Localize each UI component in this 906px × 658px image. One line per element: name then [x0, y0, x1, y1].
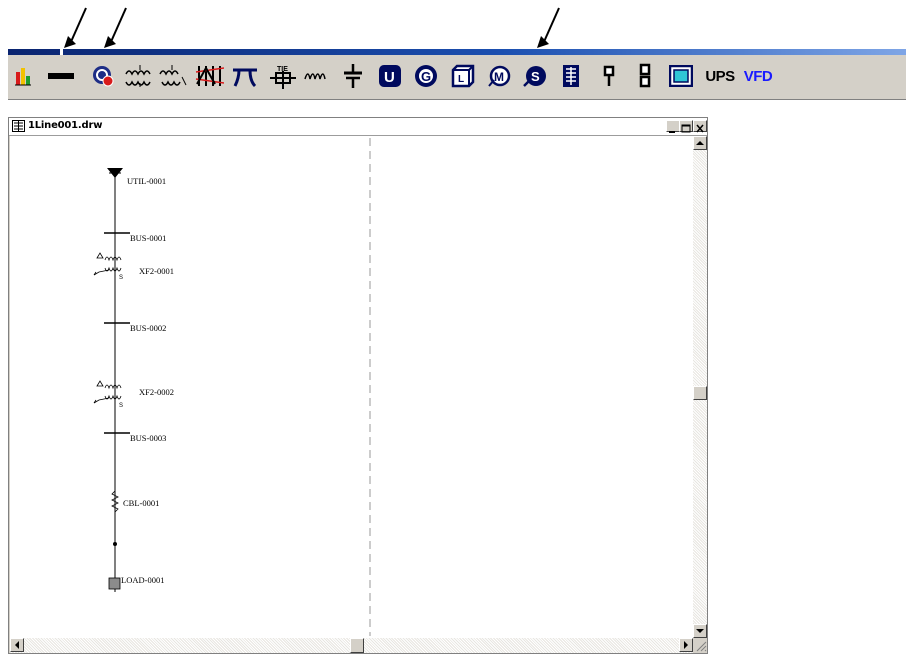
arrow-right-icon: [684, 641, 688, 649]
svg-text:M: M: [494, 70, 504, 84]
impedance-icon: [195, 65, 224, 86]
generator-icon: G: [415, 65, 437, 87]
synchronous-motor-icon: S: [523, 66, 546, 87]
load-0001-symbol: [108, 577, 121, 590]
cbl-0001-label: CBL-0001: [123, 498, 160, 508]
scroll-down-button[interactable]: [693, 624, 707, 638]
panel-button[interactable]: [556, 62, 586, 90]
pointer-arrow-icon: [104, 7, 127, 48]
svg-text:U: U: [384, 69, 395, 86]
resize-grip-icon: [696, 641, 707, 652]
one-line-diagram: S S: [93, 138, 371, 636]
transformer-3w-button[interactable]: [158, 62, 188, 90]
panel-icon: [563, 65, 579, 87]
xf2-0001-symbol: S: [93, 252, 123, 281]
transformer-3w-icon: [159, 65, 187, 86]
motor-button[interactable]: M: [484, 62, 514, 90]
bar-chart-button[interactable]: [8, 62, 38, 90]
bus-0003-label: BUS-0003: [130, 433, 167, 443]
xf2-0001-label: XF2-0001: [139, 266, 174, 276]
util-0001-label: UTIL-0001: [127, 176, 167, 186]
component-toolbar: TIE U G L M S UPS VFD: [8, 55, 906, 100]
switch-icon: [639, 63, 651, 88]
close-icon: [696, 124, 704, 133]
node-dot: [113, 542, 117, 546]
arrow-up-icon: [696, 141, 704, 145]
window-title: 1Line001.drw: [28, 120, 103, 131]
bus-0002-label: BUS-0002: [130, 323, 167, 333]
pi-line-icon: [233, 68, 257, 88]
drawing-window: 1Line001.drw S S UTIL-0001 BUS-0001 XF2-…: [8, 117, 708, 654]
svg-text:S: S: [531, 69, 540, 84]
scroll-up-button[interactable]: [693, 136, 707, 150]
vfd-label: VFD: [743, 67, 773, 85]
drawing-doc-icon: [12, 120, 25, 132]
capacitor-button[interactable]: [338, 62, 368, 90]
bus-0001-label: BUS-0001: [130, 233, 167, 243]
scroll-left-button[interactable]: [10, 638, 24, 652]
load-button[interactable]: L: [448, 62, 478, 90]
vfd-button[interactable]: VFD: [738, 62, 778, 90]
svg-text:S: S: [119, 275, 123, 281]
close-button[interactable]: [693, 120, 707, 133]
pointer-arrow-icon: [64, 7, 87, 48]
vertical-scrollbar[interactable]: [693, 136, 707, 638]
horizontal-scrollbar[interactable]: [10, 638, 693, 653]
maximize-icon: [681, 124, 691, 133]
impedance-button[interactable]: [194, 62, 224, 90]
minimize-button[interactable]: [666, 120, 680, 133]
transformer-2w-icon: [125, 65, 151, 87]
arrow-left-icon: [15, 641, 19, 649]
svg-text:S: S: [119, 403, 123, 409]
utility-button[interactable]: [88, 62, 118, 90]
ups-text-button[interactable]: UPS: [700, 62, 740, 90]
vertical-scroll-thumb[interactable]: [693, 386, 707, 400]
capacitor-icon: [344, 64, 362, 88]
transformer-2w-button[interactable]: [124, 62, 154, 90]
reactor-icon: [304, 73, 326, 80]
xf2-0002-label: XF2-0002: [139, 387, 174, 397]
motor-icon: M: [488, 65, 511, 87]
synchronous-motor-button[interactable]: S: [520, 62, 550, 90]
window-title-bar: 1Line001.drw: [9, 118, 707, 136]
scroll-right-button[interactable]: [679, 638, 693, 652]
size-grip[interactable]: [693, 638, 707, 653]
bus-button[interactable]: [46, 62, 76, 90]
bus-icon: [48, 73, 74, 79]
generator-button[interactable]: G: [411, 62, 441, 90]
fuse-icon: [603, 65, 615, 86]
minimize-icon: [669, 131, 675, 133]
pointer-arrow-icon: [537, 7, 560, 48]
utility-icon: [93, 66, 114, 87]
ups-label: UPS: [705, 67, 735, 85]
load-0001-label: LOAD-0001: [121, 575, 165, 585]
screen-icon: [669, 65, 693, 87]
screen-button[interactable]: [666, 62, 696, 90]
tie-breaker-button[interactable]: TIE: [268, 62, 298, 90]
ups-device-button[interactable]: U: [375, 62, 405, 90]
arrow-down-icon: [696, 629, 704, 633]
load-icon: L: [451, 64, 475, 88]
drawing-canvas[interactable]: S S UTIL-0001 BUS-0001 XF2-0001 BUS-0002…: [10, 136, 693, 638]
maximize-button[interactable]: [679, 120, 693, 133]
ups-device-icon: U: [379, 65, 401, 87]
svg-text:G: G: [421, 69, 431, 84]
bar-chart-icon: [15, 68, 31, 86]
switch-button[interactable]: [630, 62, 660, 90]
xf2-0002-symbol: S: [93, 380, 123, 409]
reactor-button[interactable]: [302, 62, 332, 90]
fuse-button[interactable]: [594, 62, 624, 90]
horizontal-scroll-thumb[interactable]: [350, 638, 364, 653]
pi-line-button[interactable]: [230, 62, 260, 90]
svg-text:L: L: [458, 74, 464, 85]
tie-breaker-icon: TIE: [270, 66, 296, 89]
